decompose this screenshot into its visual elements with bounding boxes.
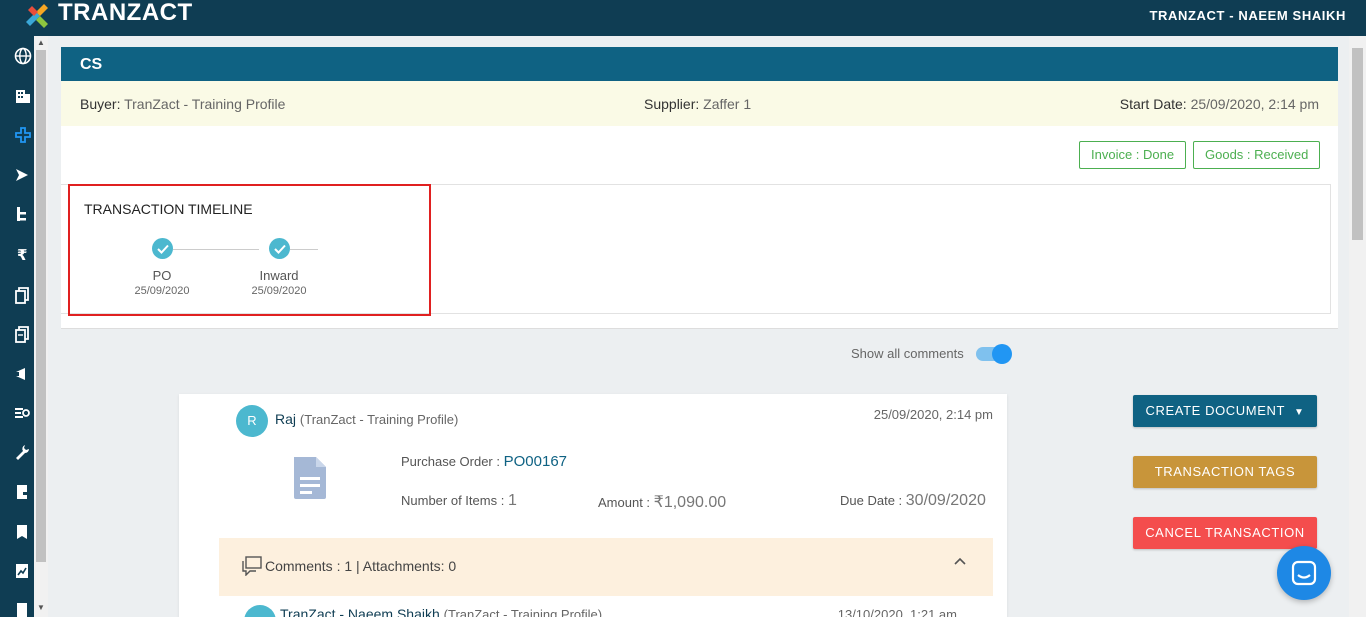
due-date-label: Due Date : bbox=[840, 493, 903, 508]
transaction-title: CS bbox=[61, 47, 1338, 81]
show-comments-toggle[interactable] bbox=[976, 344, 1012, 364]
supplier-value: Zaffer 1 bbox=[703, 96, 752, 112]
chart-icon[interactable] bbox=[12, 561, 32, 581]
supplier-info: Supplier: Zaffer 1 bbox=[644, 96, 751, 112]
more-icon[interactable] bbox=[12, 599, 32, 617]
buyer-value: TranZact - Training Profile bbox=[124, 96, 286, 112]
timeline-step-check-icon bbox=[152, 238, 173, 259]
avatar bbox=[244, 605, 276, 617]
comments-icon bbox=[242, 556, 262, 576]
due-date-value: 30/09/2020 bbox=[905, 492, 986, 509]
chat-icon bbox=[1291, 560, 1317, 586]
book-icon[interactable] bbox=[12, 522, 32, 542]
goods-status-badge: Goods : Received bbox=[1193, 141, 1321, 169]
items-label: Number of Items : bbox=[401, 493, 505, 508]
add-icon[interactable] bbox=[13, 125, 33, 145]
transaction-info-bar: Buyer: TranZact - Training Profile Suppl… bbox=[61, 81, 1338, 126]
inventory-icon[interactable] bbox=[12, 482, 32, 502]
show-comments-label: Show all comments bbox=[851, 346, 964, 361]
due-date: Due Date : 30/09/2020 bbox=[840, 492, 986, 510]
avatar: R bbox=[236, 405, 268, 437]
svg-text:₹: ₹ bbox=[17, 246, 27, 263]
post-author: Raj (TranZact - Training Profile) bbox=[275, 411, 458, 427]
timeline-step-label: PO bbox=[152, 268, 172, 283]
activity-feed: R Raj (TranZact - Training Profile) 25/0… bbox=[179, 394, 1007, 617]
logo-text: TRANZACT bbox=[58, 0, 193, 26]
rupee-icon[interactable]: ₹ bbox=[12, 244, 32, 264]
comments-bar[interactable]: Comments : 1 | Attachments: 0 bbox=[219, 538, 993, 596]
scroll-down-icon[interactable]: ▼ bbox=[37, 604, 45, 612]
items-value: 1 bbox=[507, 492, 517, 509]
author-org: (TranZact - Training Profile) bbox=[443, 607, 603, 617]
hierarchy-icon[interactable] bbox=[12, 204, 32, 224]
building-icon[interactable] bbox=[13, 86, 33, 106]
post-time: 13/10/2020, 1:21 am bbox=[837, 607, 957, 617]
supplier-label: Supplier: bbox=[644, 96, 700, 112]
invoice-status-badge: Invoice : Done bbox=[1079, 141, 1187, 169]
comments-summary: Comments : 1 | Attachments: 0 bbox=[265, 558, 457, 574]
activity-section: Show all comments R Raj (TranZact - Trai… bbox=[61, 328, 1338, 617]
items-count: Number of Items : 1 bbox=[401, 492, 517, 510]
megaphone-icon[interactable] bbox=[12, 364, 32, 384]
transaction-tags-button[interactable]: TRANSACTION TAGS bbox=[1133, 456, 1317, 488]
top-bar: TRANZACT TRANZACT - NAEEM SHAIKH bbox=[0, 0, 1366, 36]
documents-icon[interactable] bbox=[12, 285, 32, 305]
documents-alt-icon[interactable] bbox=[12, 324, 32, 344]
buyer-label: Buyer: bbox=[80, 96, 121, 112]
timeline-step-check-icon bbox=[269, 238, 290, 259]
caret-down-icon: ▼ bbox=[1293, 407, 1305, 418]
toggle-knob bbox=[992, 344, 1012, 364]
po-number-link[interactable]: PO00167 bbox=[504, 453, 567, 470]
page-scroll-thumb[interactable] bbox=[1352, 48, 1363, 240]
timeline-step-label: Inward bbox=[259, 268, 299, 283]
transaction-card: CS Buyer: TranZact - Training Profile Su… bbox=[61, 47, 1338, 617]
chat-button[interactable] bbox=[1277, 546, 1331, 600]
document-icon bbox=[291, 455, 329, 506]
nav-scroll-thumb[interactable] bbox=[36, 50, 46, 562]
chevron-up-icon[interactable] bbox=[953, 556, 967, 566]
start-date-label: Start Date: bbox=[1119, 96, 1187, 112]
cancel-transaction-button[interactable]: CANCEL TRANSACTION bbox=[1133, 517, 1317, 549]
nav-scrollbar[interactable]: ▲ ▼ bbox=[34, 36, 48, 617]
user-menu[interactable]: TRANZACT - NAEEM SHAIKH bbox=[1149, 8, 1346, 23]
timeline-connector bbox=[290, 249, 318, 250]
page-scrollbar[interactable] bbox=[1349, 36, 1366, 617]
timeline-title: TRANSACTION TIMELINE bbox=[84, 201, 253, 217]
create-document-button[interactable]: CREATE DOCUMENT ▼ bbox=[1133, 395, 1317, 427]
timeline-connector bbox=[173, 249, 259, 250]
amount-value: ₹1,090.00 bbox=[653, 494, 727, 511]
timeline-step-date: 25/09/2020 bbox=[134, 285, 190, 297]
receipt-icon[interactable] bbox=[12, 403, 32, 423]
logo-mark-icon bbox=[22, 0, 56, 32]
author-name[interactable]: TranZact - Naeem Shaikh bbox=[280, 606, 440, 617]
side-nav: ₹ bbox=[0, 36, 34, 617]
purchase-order-line: Purchase Order : PO00167 bbox=[401, 453, 567, 470]
wrench-icon[interactable] bbox=[12, 442, 32, 462]
post-time: 25/09/2020, 2:14 pm bbox=[873, 407, 993, 422]
start-date-info: Start Date: 25/09/2020, 2:14 pm bbox=[1120, 96, 1319, 112]
post-author: TranZact - Naeem Shaikh (TranZact - Trai… bbox=[280, 606, 602, 617]
amount-label: Amount : bbox=[598, 495, 651, 510]
author-name[interactable]: Raj bbox=[275, 411, 296, 427]
buyer-info: Buyer: TranZact - Training Profile bbox=[80, 96, 285, 112]
scroll-up-icon[interactable]: ▲ bbox=[37, 39, 45, 47]
timeline-step-date: 25/09/2020 bbox=[251, 285, 307, 297]
globe-icon[interactable] bbox=[13, 46, 33, 66]
tranzact-logo[interactable]: TRANZACT bbox=[22, 0, 193, 32]
start-date-value: 25/09/2020, 2:14 pm bbox=[1190, 96, 1319, 112]
po-label: Purchase Order : bbox=[401, 454, 500, 469]
create-document-label: CREATE DOCUMENT bbox=[1145, 403, 1285, 418]
amount: Amount : ₹1,090.00 bbox=[598, 492, 726, 512]
author-org: (TranZact - Training Profile) bbox=[299, 412, 459, 427]
send-icon[interactable] bbox=[12, 165, 32, 185]
